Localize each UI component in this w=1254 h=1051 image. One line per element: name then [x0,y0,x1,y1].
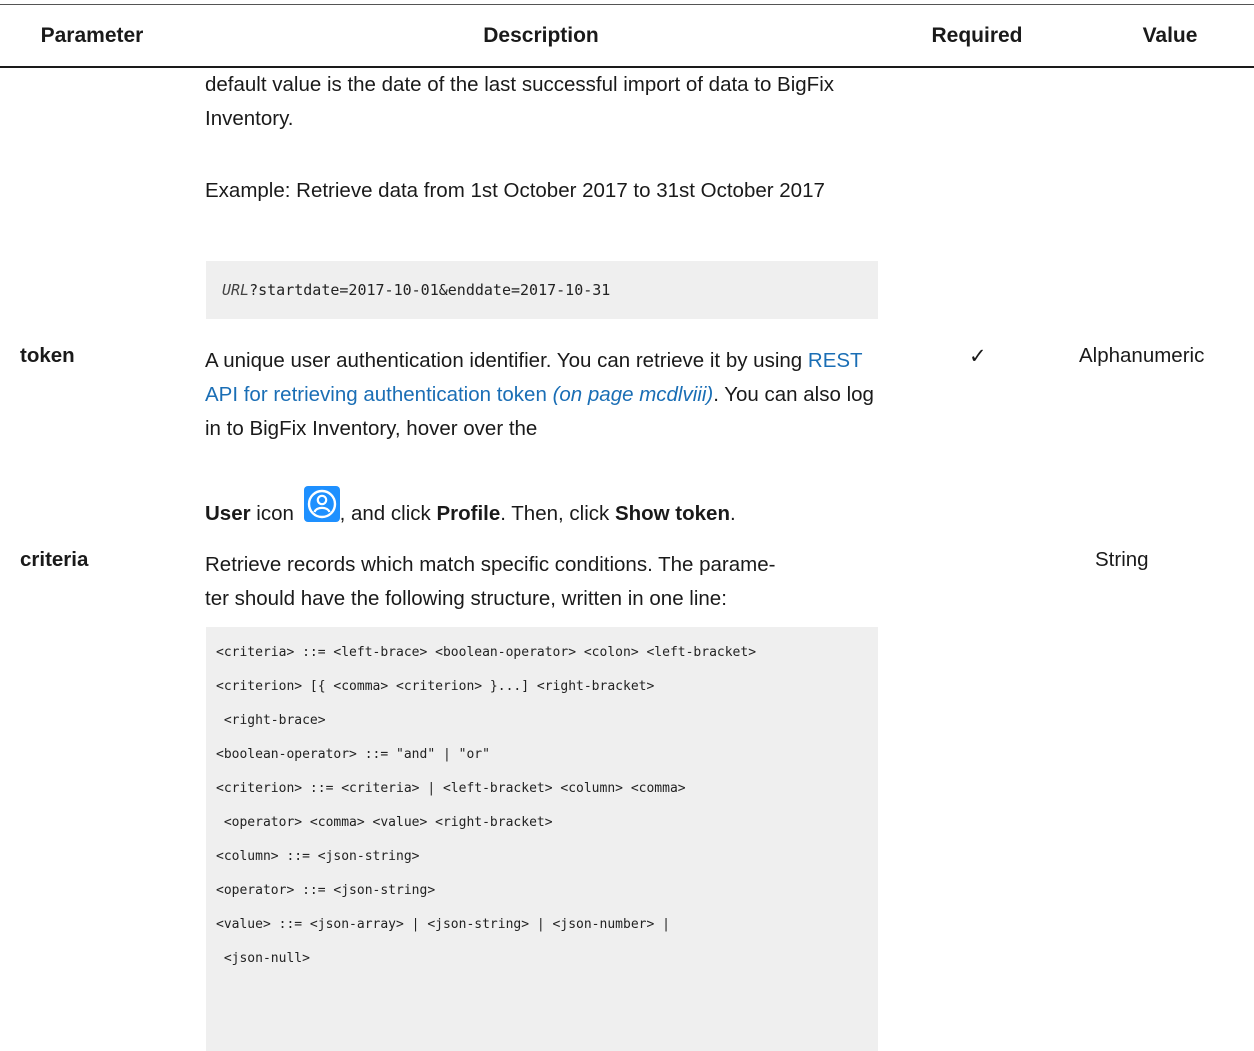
header-required: Required [931,24,1023,47]
criteria-value-type: String [1095,548,1149,571]
code-query: ?startdate=2017-10-01&enddate=2017-10-31 [249,281,611,299]
startdate-description: default value is the date of the last su… [205,73,835,130]
param-criteria: criteria [20,548,89,571]
end-period: . [730,502,736,525]
criteria-desc-line2: ter should have the following structure,… [205,587,727,610]
token-description: A unique user authentication identifier.… [205,344,885,446]
criteria-code-block: <criteria> ::= <left-brace> <boolean-ope… [206,627,878,1051]
token-value-type: Alphanumeric [1079,344,1205,367]
code-line: <right-brace> [216,713,326,728]
token-desc-part1: A unique user authentication identifier.… [205,349,808,372]
token-instructions: User icon , and click Profile. Then, cli… [205,486,885,531]
code-line: <boolean-operator> ::= "and" | "or" [216,747,490,762]
top-rule [0,4,1254,5]
user-label: User [205,502,251,525]
token-required-check: ✓ [969,345,987,368]
code-line: <json-null> [216,951,310,966]
code-line: <column> ::= <json-string> [216,849,420,864]
then-click: . Then, click [500,502,615,525]
code-line: <value> ::= <json-array> | <json-string>… [216,917,670,932]
header-value: Value [1142,24,1198,47]
startdate-example: Example: Retrieve data from 1st October … [205,179,825,202]
user-profile-icon [303,486,340,522]
show-token-label: Show token [614,502,730,525]
token-auth-link-page[interactable]: (on page mcdlviii) [547,383,714,406]
header-parameter: Parameter [40,24,144,47]
startdate-code-block: URL?startdate=2017-10-01&enddate=2017-10… [206,261,878,319]
after-icon: , and click [339,502,437,525]
criteria-desc-line1: Retrieve records which match specific co… [205,553,776,576]
code-line: <criteria> ::= <left-brace> <boolean-ope… [216,645,757,660]
param-token: token [20,344,75,367]
profile-label: Profile [436,502,501,525]
code-url-placeholder: URL [222,281,250,299]
criteria-description: Retrieve records which match specific co… [205,548,885,616]
code-line: <operator> <comma> <value> <right-bracke… [216,815,553,830]
code-line: <criterion> ::= <criteria> | <left-brack… [216,781,686,796]
header-description: Description [483,24,599,47]
icon-word: icon [250,502,300,525]
code-line: <operator> ::= <json-string> [216,883,436,898]
code-line: <criterion> [{ <comma> <criterion> }...]… [216,679,655,694]
